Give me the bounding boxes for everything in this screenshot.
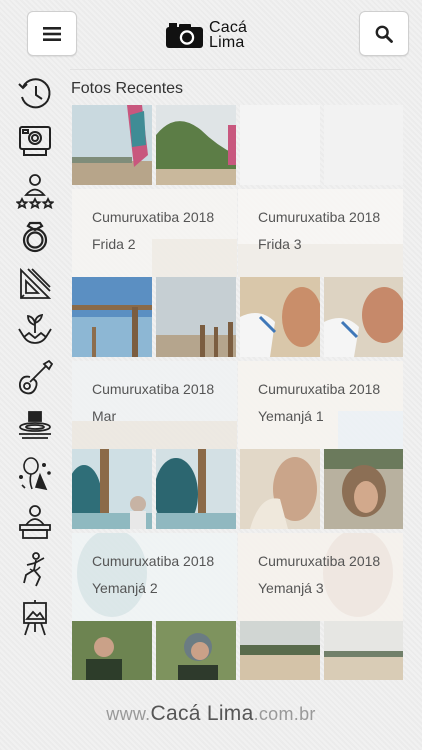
album-title: Cumuruxatiba 2018 (258, 209, 381, 225)
sidebar-item-history[interactable] (12, 72, 58, 116)
sidebar-item-gastronomy[interactable] (12, 404, 58, 448)
photo-thumbnail[interactable] (72, 277, 152, 357)
album-subtitle: Mar (92, 408, 117, 424)
instant-camera-icon (19, 126, 51, 156)
album-subtitle: Yemanjá 3 (258, 580, 324, 596)
logo-line-1: Cacá (209, 19, 248, 36)
album-card[interactable]: Cumuruxatiba 2018 Yemanjá 3 (238, 533, 403, 621)
section-title: Fotos Recentes (71, 80, 184, 97)
album-title: Cumuruxatiba 2018 (258, 553, 381, 569)
photo-thumbnail[interactable] (240, 277, 320, 357)
album-card[interactable]: Cumuruxatiba 2018 Yemanjá 2 (72, 533, 237, 621)
food-plate-icon (19, 411, 51, 439)
photo-thumbnail[interactable] (156, 105, 236, 185)
sidebar-item-architecture[interactable] (12, 262, 58, 306)
album-subtitle: Frida 2 (92, 236, 136, 252)
album-title: Cumuruxatiba 2018 (92, 381, 215, 397)
ring-icon (22, 221, 48, 253)
sidebar-item-dance[interactable] (12, 548, 58, 592)
sidebar-item-education[interactable] (12, 500, 58, 544)
search-button[interactable] (359, 11, 409, 56)
sidebar-item-portrait[interactable] (12, 168, 58, 212)
album-card[interactable]: Cumuruxatiba 2018 Yemanjá 1 (238, 361, 403, 449)
header-divider (70, 69, 402, 70)
album-subtitle: Frida 3 (258, 236, 302, 252)
teacher-desk-icon (19, 505, 51, 539)
easel-icon (23, 600, 47, 636)
sidebar-item-music[interactable] (12, 356, 58, 400)
photo-thumbnail[interactable] (240, 105, 320, 185)
recent-photos-grid: Cumuruxatiba 2018 Frida 2 Cumuruxatiba 2… (72, 105, 403, 680)
app-header: Cacá Lima (0, 0, 422, 68)
sidebar-item-wedding[interactable] (12, 214, 58, 258)
album-card[interactable]: Cumuruxatiba 2018 Frida 3 (238, 189, 403, 277)
album-subtitle: Yemanjá 1 (258, 408, 324, 424)
brand-logo[interactable]: Cacá Lima (166, 17, 247, 53)
photo-thumbnail[interactable] (324, 621, 403, 680)
history-icon (18, 78, 51, 109)
menu-button[interactable] (27, 11, 77, 56)
category-sidebar (12, 72, 58, 672)
album-title: Cumuruxatiba 2018 (92, 553, 215, 569)
person-rating-icon (16, 174, 54, 209)
photo-thumbnail[interactable] (240, 621, 320, 680)
photo-thumbnail[interactable] (324, 105, 403, 185)
dancer-icon (23, 552, 45, 587)
album-card[interactable]: Cumuruxatiba 2018 Frida 2 (72, 189, 237, 277)
photo-thumbnail[interactable] (156, 449, 236, 529)
album-card[interactable]: Cumuruxatiba 2018 Mar (72, 361, 237, 449)
photo-thumbnail[interactable] (324, 277, 403, 357)
drafting-tools-icon (20, 267, 52, 299)
sidebar-item-art[interactable] (12, 596, 58, 640)
album-subtitle: Yemanjá 2 (92, 580, 158, 596)
footer-suffix: .com.br (253, 704, 316, 724)
photo-thumbnail[interactable] (156, 621, 236, 680)
site-footer[interactable]: www.Cacá Lima.com.br (0, 702, 422, 726)
album-title: Cumuruxatiba 2018 (92, 209, 215, 225)
party-balloons-icon (18, 457, 51, 491)
footer-prefix: www. (106, 704, 151, 724)
sidebar-item-nature[interactable] (12, 308, 58, 352)
album-title: Cumuruxatiba 2018 (258, 381, 381, 397)
photo-thumbnail[interactable] (324, 449, 403, 529)
logo-line-2: Lima (209, 34, 245, 51)
hamburger-icon (43, 26, 61, 41)
photo-thumbnail[interactable] (156, 277, 236, 357)
photo-thumbnail[interactable] (72, 449, 152, 529)
photo-thumbnail[interactable] (72, 105, 152, 185)
sidebar-item-camera[interactable] (12, 118, 58, 162)
camera-icon (166, 23, 203, 48)
footer-brand: Cacá Lima (150, 702, 254, 725)
sidebar-item-party[interactable] (12, 452, 58, 496)
guitar-icon (18, 359, 54, 395)
photo-thumbnail[interactable] (72, 621, 152, 680)
plant-hands-icon (18, 313, 52, 344)
photo-thumbnail[interactable] (240, 449, 320, 529)
search-icon (375, 25, 393, 43)
